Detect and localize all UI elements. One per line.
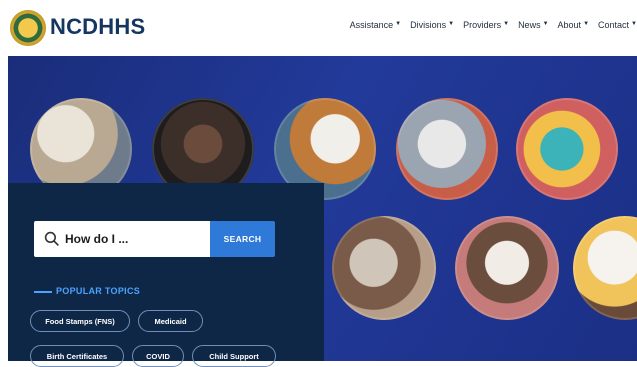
search-input[interactable]: How do I ... <box>34 221 210 257</box>
popular-topics-title: POPULAR TOPICS <box>56 286 141 296</box>
nav-label-news[interactable]: News <box>518 20 541 30</box>
ncdhhs-seal-logo[interactable] <box>10 10 46 46</box>
main-nav: Assistance ▼ Divisions ▼ Providers ▼ New… <box>350 20 637 30</box>
photo-kids-playing <box>516 98 618 200</box>
caret-down-icon: ▼ <box>503 21 510 27</box>
caret-down-icon: ▼ <box>395 21 402 27</box>
topic-chip-birth-certificates[interactable]: Birth Certificates <box>30 345 124 367</box>
topic-chip-child-support[interactable]: Child Support <box>192 345 276 367</box>
search-icon <box>44 231 59 246</box>
search-panel: How do I ... SEARCH POPULAR TOPICS Food … <box>8 183 324 367</box>
nav-label-divisions[interactable]: Divisions <box>410 20 446 30</box>
search-placeholder[interactable]: How do I ... <box>65 232 128 246</box>
site-header: NCDHHS Assistance ▼ Divisions ▼ Provider… <box>0 0 637 56</box>
nav-news[interactable]: News ▼ <box>518 20 548 30</box>
nav-label-assistance[interactable]: Assistance <box>350 20 394 30</box>
caret-down-icon: ▼ <box>631 21 637 27</box>
topic-chip-medicaid[interactable]: Medicaid <box>138 310 203 332</box>
caret-down-icon: ▼ <box>583 21 590 27</box>
nav-label-providers[interactable]: Providers <box>463 20 501 30</box>
caret-down-icon: ▼ <box>542 21 549 27</box>
search-button[interactable]: SEARCH <box>210 221 275 257</box>
nav-assistance[interactable]: Assistance ▼ <box>350 20 401 30</box>
photo-classroom <box>396 98 498 200</box>
caret-down-icon: ▼ <box>448 21 455 27</box>
nav-about[interactable]: About ▼ <box>558 20 589 30</box>
photo-family-smiling <box>455 216 559 320</box>
photo-family-hug <box>332 216 436 320</box>
brand-wordmark[interactable]: NCDHHS <box>50 14 145 40</box>
topic-chip-food-stamps[interactable]: Food Stamps (FNS) <box>30 310 130 332</box>
topic-chip-covid[interactable]: COVID <box>132 345 184 367</box>
nav-label-contact[interactable]: Contact <box>598 20 629 30</box>
nav-divisions[interactable]: Divisions ▼ <box>410 20 454 30</box>
nav-providers[interactable]: Providers ▼ <box>463 20 509 30</box>
photo-mother-child <box>573 216 637 320</box>
nav-contact[interactable]: Contact ▼ <box>598 20 637 30</box>
nav-label-about[interactable]: About <box>558 20 582 30</box>
topics-accent-line <box>34 291 52 293</box>
